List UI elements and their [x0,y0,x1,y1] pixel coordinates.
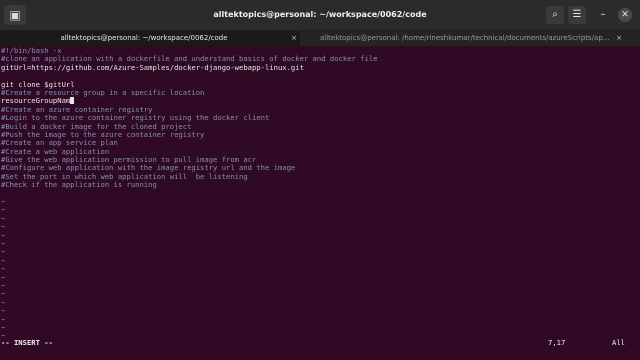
tab-active[interactable]: alltektopics@personal: ~/workspace/0062/… [0,31,300,46]
line-text: #Build a docker image for the cloned pro… [1,122,192,131]
editor-line: #Create a resource group in a specific l… [1,89,637,97]
editor-line: #Set the port in which web application w… [1,173,637,181]
line-text: gitUrl=https://github.com/Azure-Samples/… [1,63,304,72]
tab-inactive[interactable]: alltektopics@personal: /home/rineshkumar… [300,31,625,46]
line-text: #Give the web application permission to … [1,156,257,165]
tab-label: alltektopics@personal: /home/rineshkumar… [320,34,610,42]
empty-line-marker: ~ [1,299,637,307]
empty-line-marker: ~ [1,232,637,240]
terminal-window: ▣ alltektopics@personal: ~/workspace/006… [0,0,640,360]
line-text: #Login to the azure container registry u… [1,114,270,123]
tab-close-icon[interactable]: × [291,31,297,46]
empty-line-marker: ~ [1,198,637,206]
empty-line-marker: ~ [1,324,637,332]
title-bar[interactable]: ▣ alltektopics@personal: ~/workspace/006… [0,0,640,31]
line-text: ~ [1,315,6,324]
vim-status-line: -- INSERT -- 7,17 All [0,338,640,348]
line-text: #Set the port in which web application w… [1,172,248,181]
editor-line: #Give the web application permission to … [1,156,637,164]
line-text: ~ [1,290,6,299]
empty-line-marker: ~ [1,282,637,290]
editor-line: #Push the image to the azure container r… [1,131,637,139]
line-text: resourceGroupNam [1,97,71,106]
empty-line-marker: ~ [1,257,637,265]
line-text: ~ [1,323,6,332]
line-text: #Create a web application [1,147,110,156]
line-text: ~ [1,256,6,265]
minimize-icon[interactable]: – [594,6,612,24]
empty-line-marker: ~ [1,265,637,273]
line-text: ~ [1,265,6,274]
hamburger-menu-icon[interactable]: ☰ [568,6,586,24]
editor-line: gitUrl=https://github.com/Azure-Samples/… [1,64,637,72]
editor-line: #Create an azure container registry [1,106,637,114]
empty-line-marker: ~ [1,215,637,223]
tab-bar: alltektopics@personal: ~/workspace/0062/… [0,31,640,46]
line-text: ~ [1,239,6,248]
cursor-position: 7,17 [548,338,566,347]
line-text: #Create an azure container registry [1,105,153,114]
line-text: ~ [1,307,6,316]
line-text: #Configure web application with the imag… [1,164,296,173]
tab-close-icon[interactable]: × [616,31,622,46]
line-text: ~ [1,273,6,282]
empty-line-marker: ~ [1,274,637,282]
line-text: ~ [1,223,6,232]
empty-line-marker: ~ [1,206,637,214]
editor-line: resourceGroupNam [1,97,637,105]
editor-line: #Create an app service plan [1,139,637,147]
line-text: ~ [1,298,6,307]
text-cursor [70,97,75,105]
insert-mode-indicator: -- INSERT -- [1,338,53,347]
editor-line: #!/bin/bash -x [1,47,637,55]
line-text: #clone an application with a dockerfile … [1,55,378,64]
line-text: ~ [1,248,6,257]
line-text: ~ [1,206,6,215]
line-text: ~ [1,231,6,240]
empty-line-marker: ~ [1,240,637,248]
line-text: #Create an app service plan [1,139,118,148]
empty-line-marker: ~ [1,307,637,315]
empty-line-marker: ~ [1,248,637,256]
line-text: #Check if the application is running [1,181,157,190]
empty-line-marker: ~ [1,316,637,324]
close-icon[interactable]: ✕ [618,8,632,22]
editor-line: #Create a web application [1,148,637,156]
editor-line: #Configure web application with the imag… [1,164,637,172]
line-text: ~ [1,281,6,290]
empty-line-marker: ~ [1,223,637,231]
window-title: alltektopics@personal: ~/workspace/0062/… [213,10,427,19]
search-icon[interactable]: ⌕ [546,6,564,24]
line-text: git clone $gitUrl [1,80,75,89]
vim-editor[interactable]: #!/bin/bash -x #clone an application with… [1,47,637,341]
line-text: #Push the image to the azure container r… [1,130,205,139]
editor-line: #Check if the application is running [1,181,637,189]
line-text: #!/bin/bash -x [1,47,62,55]
line-text: ~ [1,198,6,207]
line-text: ~ [1,214,6,223]
tab-label: alltektopics@personal: ~/workspace/0062/… [60,34,228,42]
editor-line: #Login to the azure container registry u… [1,114,637,122]
empty-line-marker: ~ [1,290,637,298]
line-text: #Create a resource group in a specific l… [1,88,205,97]
editor-line: git clone $gitUrl [1,81,637,89]
editor-line: #clone an application with a dockerfile … [1,55,637,63]
scroll-position: All [612,338,625,347]
editor-line: #Build a docker image for the cloned pro… [1,123,637,131]
